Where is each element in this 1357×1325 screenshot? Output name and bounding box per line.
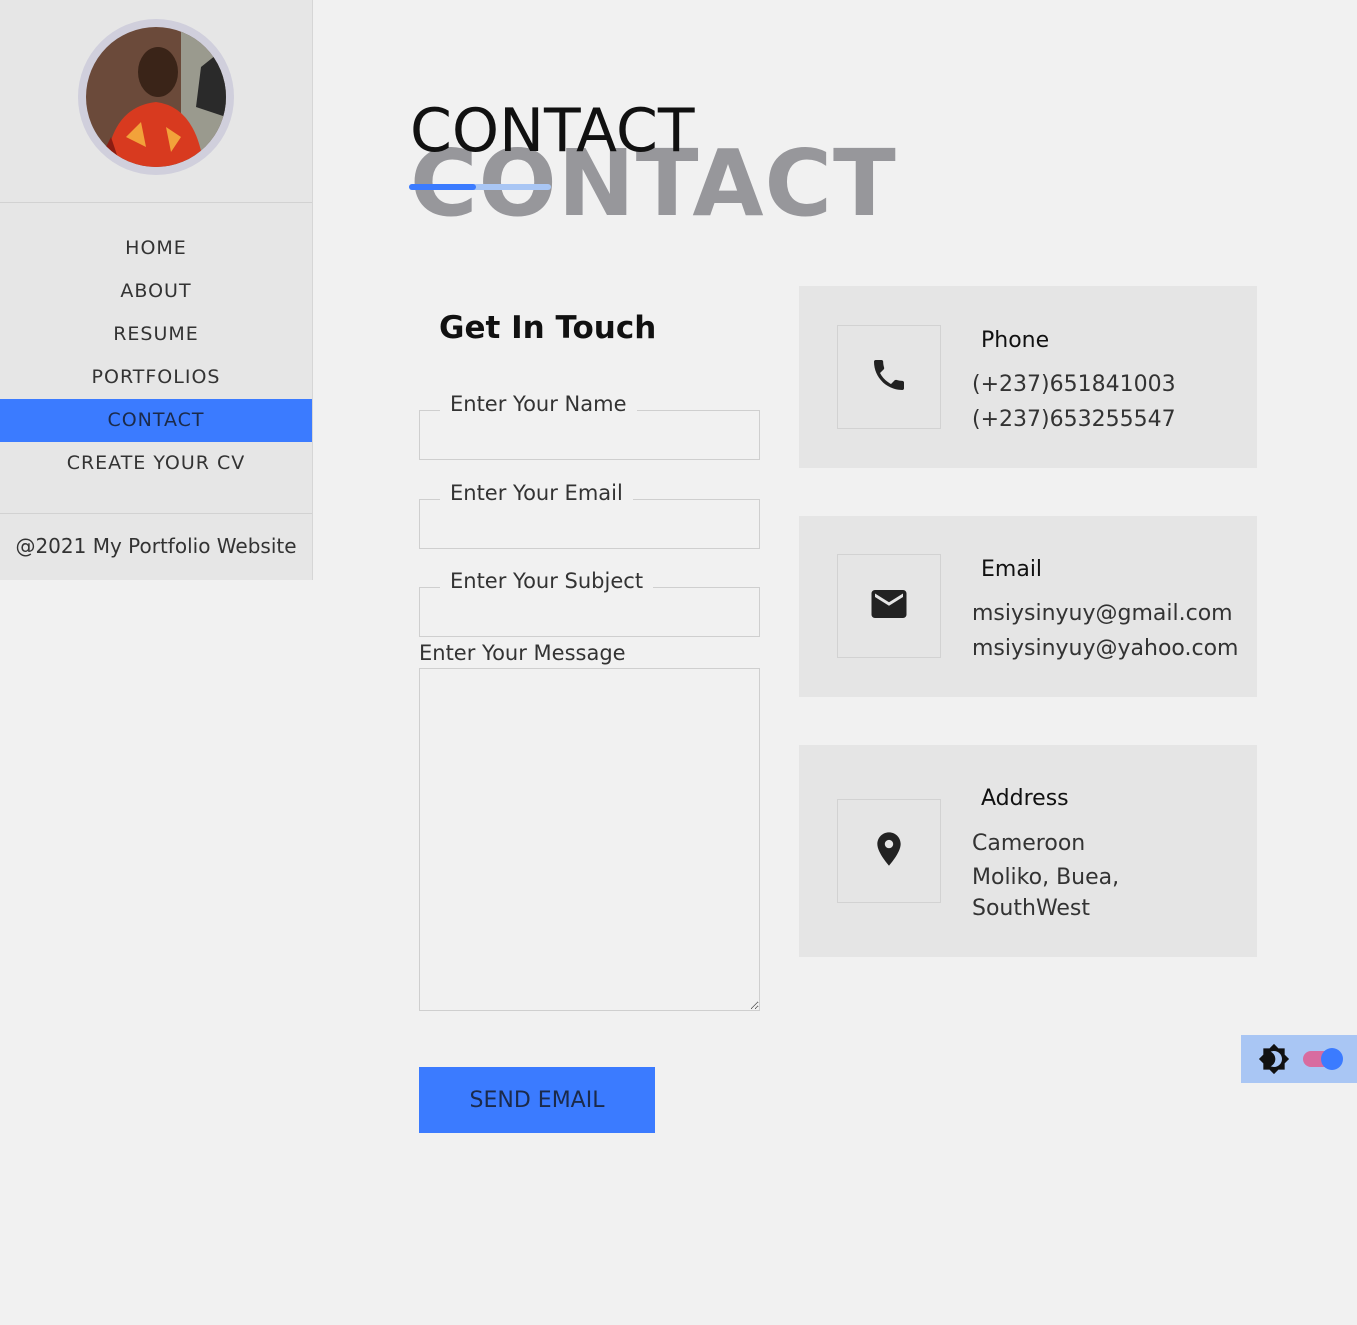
subject-input[interactable] [420, 588, 759, 636]
email-input[interactable] [420, 500, 759, 548]
email-field-label: Enter Your Email [440, 483, 633, 504]
phone-card: Phone (+237)651841003 (+237)653255547 [799, 286, 1257, 468]
address-title: Address [981, 786, 1069, 811]
main-nav: HOME ABOUT RESUME PORTFOLIOS CONTACT CRE… [0, 227, 312, 485]
page-title: CONTACT [410, 96, 695, 166]
theme-toggle[interactable] [1241, 1035, 1357, 1083]
phone-number-1: (+237)651841003 [972, 372, 1176, 397]
address-line-2: Moliko, Buea, [972, 865, 1120, 890]
map-pin-icon [869, 829, 909, 873]
nav-item-about[interactable]: ABOUT [0, 270, 312, 313]
form-heading: Get In Touch [439, 310, 657, 346]
phone-icon [869, 355, 909, 399]
avatar-area [0, 0, 312, 203]
avatar [78, 19, 234, 175]
nav-item-resume[interactable]: RESUME [0, 313, 312, 356]
nav-item-home[interactable]: HOME [0, 227, 312, 270]
envelope-icon [868, 583, 910, 629]
name-input[interactable] [420, 411, 759, 459]
message-textarea[interactable] [419, 668, 760, 1011]
phone-number-2: (+237)653255547 [972, 407, 1176, 432]
theme-switch[interactable] [1303, 1048, 1343, 1070]
message-label: Enter Your Message [419, 641, 626, 665]
address-line-3: SouthWest [972, 896, 1091, 921]
email-icon-box [837, 554, 941, 658]
address-line-1: Cameroon [972, 831, 1086, 856]
nav-item-create-cv[interactable]: CREATE YOUR CV [0, 442, 312, 485]
name-field-label: Enter Your Name [440, 394, 637, 415]
email-address-1[interactable]: msiysinyuy@gmail.com [972, 601, 1233, 626]
sidebar-footer: @2021 My Portfolio Website [0, 513, 312, 580]
address-card: Address Cameroon Moliko, Buea, SouthWest [799, 745, 1257, 957]
email-address-2[interactable]: msiysinyuy@yahoo.com [972, 636, 1238, 661]
send-email-button[interactable]: SEND EMAIL [419, 1067, 655, 1133]
nav-item-contact[interactable]: CONTACT [0, 399, 312, 442]
email-title: Email [981, 557, 1043, 582]
sidebar: HOME ABOUT RESUME PORTFOLIOS CONTACT CRE… [0, 0, 313, 580]
nav-item-portfolios[interactable]: PORTFOLIOS [0, 356, 312, 399]
address-icon-box [837, 799, 941, 903]
theme-switch-knob[interactable] [1321, 1048, 1343, 1070]
brightness-icon [1258, 1043, 1290, 1079]
subject-field: Enter Your Subject [419, 571, 760, 637]
avatar-photo [86, 27, 226, 167]
email-field: Enter Your Email [419, 483, 760, 549]
email-card: Email msiysinyuy@gmail.com msiysinyuy@ya… [799, 516, 1257, 697]
title-underline-accent [409, 184, 476, 190]
name-field: Enter Your Name [419, 394, 760, 460]
phone-icon-box [837, 325, 941, 429]
phone-title: Phone [981, 328, 1050, 353]
title-underline [409, 184, 551, 190]
subject-field-label: Enter Your Subject [440, 571, 654, 592]
